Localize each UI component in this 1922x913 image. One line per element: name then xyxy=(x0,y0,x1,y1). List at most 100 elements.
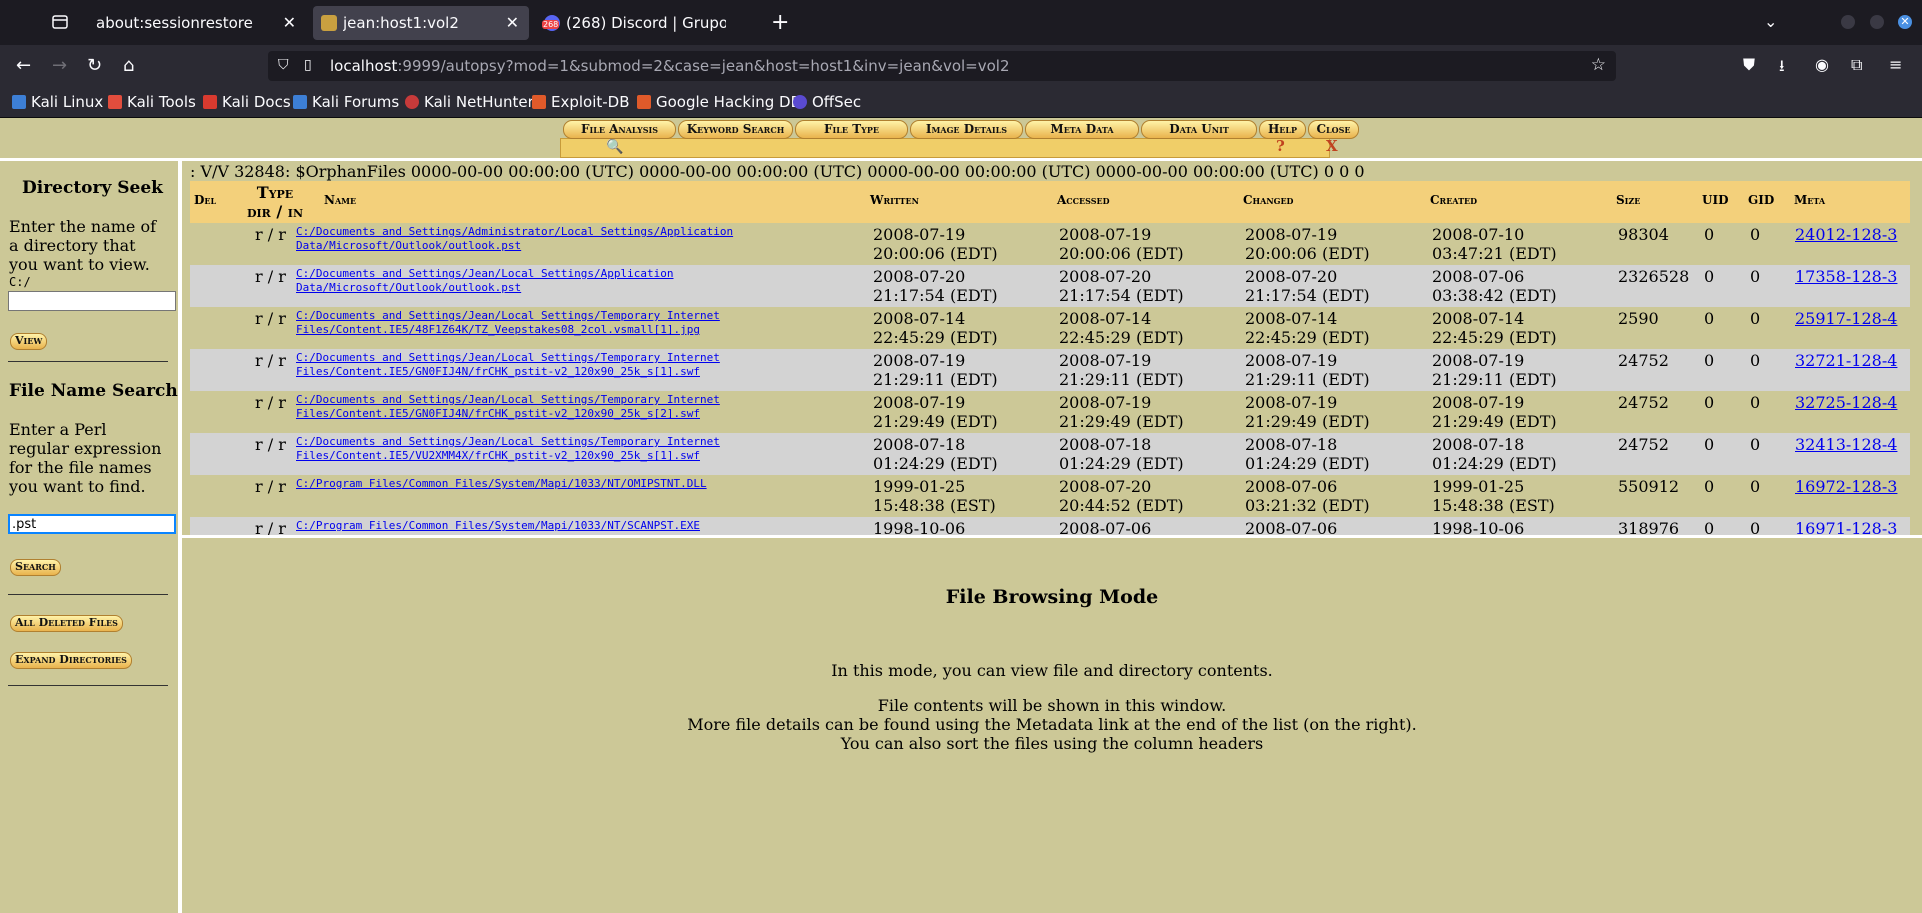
changed-date: 2008-07-19 xyxy=(1245,393,1338,412)
cell-size: 2326528 xyxy=(1618,267,1690,286)
bookmark-kali-forums[interactable]: Kali Forums xyxy=(293,93,399,111)
metadata-link[interactable]: 32413-128-4 xyxy=(1795,435,1897,454)
accessed-date: 2008-07-18 xyxy=(1059,435,1152,454)
cell-written: 2008-07-14 22:45:29 (EDT) xyxy=(873,309,998,347)
search-button[interactable]: Search xyxy=(10,559,61,576)
tab-autopsy[interactable]: jean:host1:vol2 ✕ xyxy=(313,6,529,40)
close-x-icon[interactable]: X xyxy=(1326,137,1338,155)
bookmark-kali-tools[interactable]: Kali Tools xyxy=(108,93,196,111)
file-name-regex-input[interactable]: .pst xyxy=(8,514,176,534)
header-size[interactable]: Size xyxy=(1616,193,1640,207)
bookmark-star-icon[interactable]: ☆ xyxy=(1591,55,1606,75)
metadata-link[interactable]: 32725-128-4 xyxy=(1795,393,1897,412)
header-uid[interactable]: UID xyxy=(1702,193,1728,207)
close-tab-icon[interactable]: ✕ xyxy=(283,13,296,32)
back-icon[interactable]: ← xyxy=(16,55,31,76)
file-name-link[interactable]: C:/Program Files/Common Files/System/Map… xyxy=(296,519,836,533)
pocket-icon[interactable]: ⛊ xyxy=(1743,55,1755,75)
directory-input[interactable] xyxy=(8,291,176,311)
file-analysis-button[interactable]: File Analysis xyxy=(563,120,676,139)
changed-time: 20:00:06 (EDT) xyxy=(1245,244,1370,263)
meta-data-button[interactable]: Meta Data xyxy=(1025,120,1139,139)
accessed-time: 21:29:49 (EDT) xyxy=(1059,412,1184,431)
written-date: 2008-07-14 xyxy=(873,309,966,328)
bookmark-kali-linux[interactable]: Kali Linux xyxy=(12,93,103,111)
metadata-link[interactable]: 25917-128-4 xyxy=(1795,309,1897,328)
header-gid[interactable]: GID xyxy=(1748,193,1774,207)
extensions-icon[interactable]: ⧉ xyxy=(1851,55,1862,75)
forward-icon[interactable]: → xyxy=(52,55,67,76)
cell-created: 2008-07-06 03:38:42 (EDT) xyxy=(1432,267,1557,305)
created-date: 1998-10-06 xyxy=(1432,519,1525,538)
tab-discord[interactable]: 268 (268) Discord | Grupo de F xyxy=(536,6,752,40)
metadata-link[interactable]: 16971-128-3 xyxy=(1795,519,1897,535)
header-accessed[interactable]: Accessed xyxy=(1057,193,1110,207)
created-time: 21:29:49 (EDT) xyxy=(1432,412,1557,431)
shield-icon[interactable]: ⛉ xyxy=(278,57,289,73)
bookmark-exploit-db[interactable]: Exploit-DB xyxy=(532,93,630,111)
header-meta[interactable]: Meta xyxy=(1794,193,1825,207)
table-row: r / r C:/Documents and Settings/Jean/Loca… xyxy=(190,349,1910,391)
tab-sessionrestore[interactable]: about:sessionrestore ✕ xyxy=(90,6,306,40)
cell-gid: 0 xyxy=(1750,393,1761,412)
metadata-link[interactable]: 17358-128-3 xyxy=(1795,267,1897,286)
url-bar[interactable]: ⛉ ▯ localhost:9999/autopsy?mod=1&submod=… xyxy=(268,51,1616,81)
file-name-link[interactable]: C:/Program Files/Common Files/System/Map… xyxy=(296,477,836,491)
metadata-link[interactable]: 24012-128-3 xyxy=(1795,225,1897,244)
header-name[interactable]: Name xyxy=(324,193,356,207)
reload-icon[interactable]: ↻ xyxy=(87,55,102,76)
downloads-icon[interactable]: ⭳ xyxy=(1779,55,1785,82)
keyword-search-button[interactable]: Keyword Search xyxy=(678,120,793,139)
table-row: r / r C:/Program Files/Common Files/Syste… xyxy=(190,475,1910,517)
header-written[interactable]: Written xyxy=(870,193,919,207)
page-info-icon[interactable]: ▯ xyxy=(304,57,312,73)
list-all-tabs-icon[interactable]: ⌄ xyxy=(1764,12,1777,31)
cell-type: r / r xyxy=(255,351,286,370)
all-deleted-files-button[interactable]: All Deleted Files xyxy=(10,615,123,632)
menu-icon[interactable]: ≡ xyxy=(1889,55,1902,74)
header-created[interactable]: Created xyxy=(1430,193,1477,207)
file-name-link[interactable]: C:/Documents and Settings/Jean/Local Set… xyxy=(296,267,836,295)
minimize-icon[interactable] xyxy=(1841,15,1855,29)
cell-written: 2008-07-19 21:29:49 (EDT) xyxy=(873,393,998,431)
new-tab-icon[interactable]: + xyxy=(771,10,789,35)
view-button[interactable]: View xyxy=(10,333,48,350)
divider xyxy=(8,361,168,362)
bookmark-offsec[interactable]: OffSec xyxy=(793,93,861,111)
metadata-link[interactable]: 16972-128-3 xyxy=(1795,477,1897,496)
file-type-button[interactable]: File Type xyxy=(795,120,908,139)
changed-time: 03:21:32 (EDT) xyxy=(1245,496,1370,515)
cell-type: r / r xyxy=(255,309,286,328)
header-type[interactable]: Type dir / in xyxy=(242,183,308,221)
file-name-link[interactable]: C:/Documents and Settings/Jean/Local Set… xyxy=(296,393,836,421)
metadata-link[interactable]: 32721-128-4 xyxy=(1795,351,1897,370)
close-window-icon[interactable]: ✕ xyxy=(1898,15,1912,29)
data-unit-button[interactable]: Data Unit xyxy=(1141,120,1257,139)
close-tab-icon[interactable]: ✕ xyxy=(506,13,519,32)
cell-type: r / r xyxy=(255,477,286,496)
tab-list-icon[interactable] xyxy=(50,12,70,32)
file-name-link[interactable]: C:/Documents and Settings/Jean/Local Set… xyxy=(296,435,836,463)
file-name-link[interactable]: C:/Documents and Settings/Jean/Local Set… xyxy=(296,309,836,337)
table-row: r / r C:/Documents and Settings/Jean/Loca… xyxy=(190,433,1910,475)
account-icon[interactable]: ◉ xyxy=(1815,55,1829,74)
cell-uid: 0 xyxy=(1704,351,1715,370)
bookmark-google-hacking-db[interactable]: Google Hacking DB xyxy=(637,93,801,111)
cell-uid: 0 xyxy=(1704,267,1715,286)
file-name-link[interactable]: C:/Documents and Settings/Jean/Local Set… xyxy=(296,351,836,379)
maximize-icon[interactable] xyxy=(1870,15,1884,29)
help-question-icon[interactable]: ? xyxy=(1276,137,1285,155)
expand-directories-button[interactable]: Expand Directories xyxy=(10,652,132,669)
created-time: 21:29:11 (EDT) xyxy=(1432,370,1557,389)
header-changed[interactable]: Changed xyxy=(1243,193,1294,207)
file-name-link[interactable]: C:/Documents and Settings/Administrator/… xyxy=(296,225,836,253)
home-icon[interactable]: ⌂ xyxy=(123,55,134,76)
url-path: :9999/autopsy?mod=1&submod=2&case=jean&h… xyxy=(397,57,1010,75)
bookmark-kali-nethunter[interactable]: Kali NetHunter xyxy=(405,93,534,111)
written-time: 21:17:54 (EDT) xyxy=(873,286,998,305)
url-text[interactable]: localhost:9999/autopsy?mod=1&submod=2&ca… xyxy=(330,57,1010,75)
image-details-button[interactable]: Image Details xyxy=(910,120,1023,139)
header-del[interactable]: Del xyxy=(194,193,216,207)
bookmark-kali-docs[interactable]: Kali Docs xyxy=(203,93,291,111)
table-row: r / r C:/Documents and Settings/Jean/Loca… xyxy=(190,265,1910,307)
